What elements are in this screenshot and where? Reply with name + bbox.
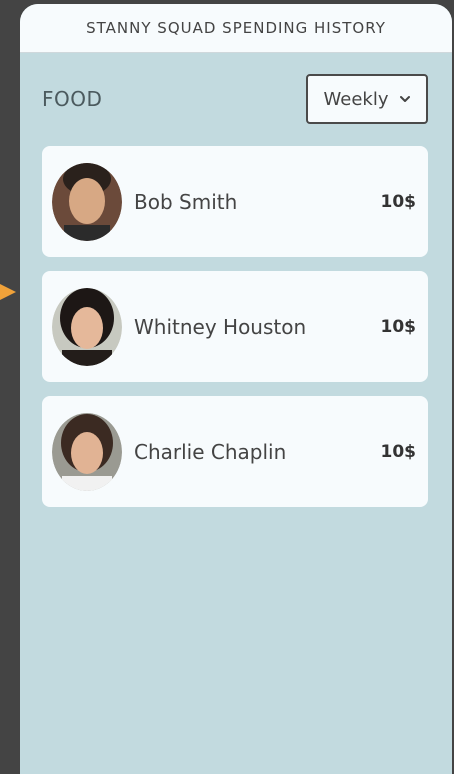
period-dropdown[interactable]: Weekly [306, 74, 428, 124]
filters-row: FOOD Weekly [42, 72, 428, 126]
spending-list: Bob Smith 10$ Whitney Houston 10$ Charli… [42, 146, 428, 521]
avatar [52, 287, 122, 366]
person-name: Bob Smith [134, 189, 238, 214]
list-item[interactable]: Whitney Houston 10$ [42, 271, 428, 382]
person-name: Charlie Chaplin [134, 439, 287, 464]
header-bar: STANNY SQUAD SPENDING HISTORY [20, 4, 452, 53]
list-item[interactable]: Bob Smith 10$ [42, 146, 428, 257]
amount: 10$ [380, 191, 417, 212]
amount: 10$ [380, 441, 417, 462]
side-arrow-indicator [0, 284, 16, 300]
person-name: Whitney Houston [134, 314, 307, 339]
chevron-down-icon [400, 96, 411, 102]
period-value: Weekly [323, 88, 389, 110]
avatar [52, 162, 122, 241]
avatar [52, 412, 122, 491]
list-item[interactable]: Charlie Chaplin 10$ [42, 396, 428, 507]
category-label: FOOD [42, 87, 103, 111]
page-title: STANNY SQUAD SPENDING HISTORY [86, 19, 386, 37]
app-screen: STANNY SQUAD SPENDING HISTORY FOOD Weekl… [20, 4, 452, 774]
amount: 10$ [380, 316, 417, 337]
